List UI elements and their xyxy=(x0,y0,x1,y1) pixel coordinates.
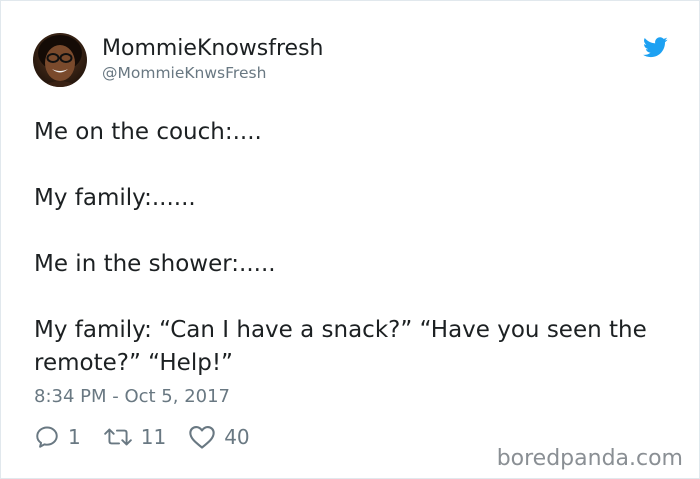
author-handle[interactable]: @MommieKnwsFresh xyxy=(102,63,266,83)
author-display-name[interactable]: MommieKnowsfresh xyxy=(102,35,323,63)
avatar[interactable] xyxy=(33,33,87,87)
reply-count: 1 xyxy=(68,425,81,449)
tweet-text: Me on the couch:.... My family:...... Me… xyxy=(34,116,664,380)
reply-icon xyxy=(36,426,58,448)
tweet-line: My family: “Can I have a snack?” “Have y… xyxy=(34,317,647,376)
retweet-icon xyxy=(103,428,132,446)
tweet-line: Me on the couch:.... xyxy=(34,119,262,145)
like-button[interactable]: 40 xyxy=(188,424,250,450)
tweet-line: Me in the shower:..... xyxy=(34,251,276,277)
retweet-count: 11 xyxy=(140,425,167,449)
like-count: 40 xyxy=(224,425,250,449)
twitter-bird-icon[interactable] xyxy=(643,37,668,58)
tweet-timestamp[interactable]: 8:34 PM - Oct 5, 2017 xyxy=(34,385,230,409)
avatar-image xyxy=(33,33,87,87)
reply-button[interactable]: 1 xyxy=(34,424,81,450)
tweet-actions: 1 11 40 xyxy=(34,422,272,452)
watermark: boredpanda.com xyxy=(496,446,683,471)
retweet-button[interactable]: 11 xyxy=(103,424,166,450)
heart-icon xyxy=(189,426,215,449)
tweet-card: MommieKnowsfresh @MommieKnwsFresh Me on … xyxy=(0,0,700,479)
tweet-line: My family:...... xyxy=(34,185,196,211)
